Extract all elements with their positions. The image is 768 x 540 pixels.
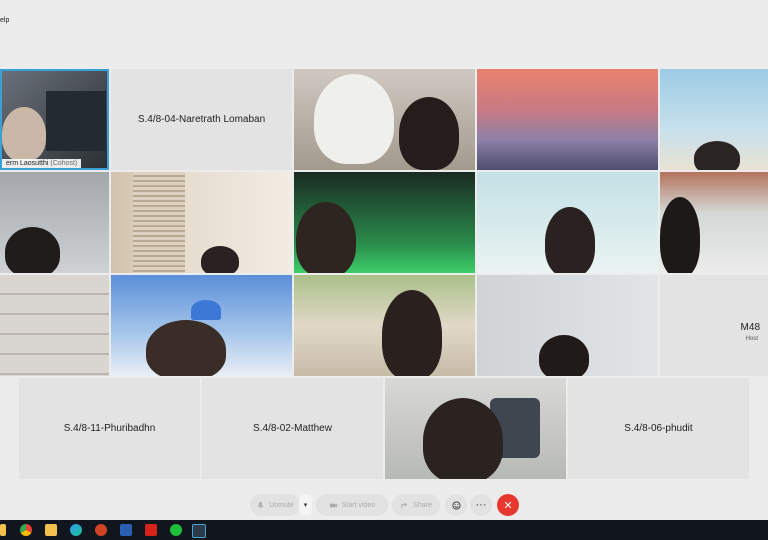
- video-tile[interactable]: [660, 172, 768, 273]
- participant-video: [146, 320, 226, 376]
- participant-name-label: erm Laosutthi (Cohost): [2, 159, 82, 168]
- participant-video: [539, 335, 589, 376]
- reactions-button[interactable]: [445, 494, 467, 516]
- start-video-button[interactable]: Start video: [316, 494, 388, 516]
- video-tile[interactable]: [294, 172, 475, 273]
- name-tile[interactable]: S.4/8-11-Phuribadhn: [19, 378, 200, 479]
- participant-video: [694, 141, 740, 170]
- host-role-label: Host: [745, 336, 758, 342]
- host-name-label: M48: [740, 322, 760, 333]
- acrobat-icon[interactable]: [145, 524, 157, 536]
- video-tile[interactable]: [294, 69, 475, 170]
- participant-video: [399, 97, 459, 170]
- name-tile[interactable]: S.4/8-06-phudit: [568, 378, 749, 479]
- word-icon[interactable]: [120, 524, 132, 536]
- video-tile[interactable]: [0, 172, 109, 273]
- video-tile[interactable]: [294, 275, 475, 376]
- participant-name-label: S.4/8-11-Phuribadhn: [63, 423, 156, 434]
- chrome-icon[interactable]: [20, 524, 32, 536]
- host-tile[interactable]: M48 Host: [660, 275, 768, 376]
- powerpoint-icon[interactable]: [95, 524, 107, 536]
- edge-icon[interactable]: [70, 524, 82, 536]
- participant-video: [2, 107, 46, 161]
- participant-video: [545, 207, 595, 273]
- end-call-button[interactable]: ✕: [497, 494, 519, 516]
- video-tile-cohost[interactable]: erm Laosutthi (Cohost): [0, 69, 109, 170]
- unmute-button[interactable]: Unmute: [250, 494, 300, 516]
- background-wall: [46, 91, 106, 151]
- video-tile[interactable]: [385, 378, 566, 479]
- video-tile[interactable]: [111, 275, 292, 376]
- share-icon: [401, 501, 408, 508]
- participant-video: [660, 197, 700, 273]
- butterfly-graphic: [191, 300, 221, 320]
- participant-video: [5, 227, 60, 273]
- name-tile[interactable]: S.4/8-02-Matthew: [202, 378, 383, 479]
- participant-video: [423, 398, 503, 479]
- share-button[interactable]: Share: [392, 494, 440, 516]
- video-camera-icon: [329, 503, 337, 507]
- video-tile[interactable]: [111, 172, 292, 273]
- video-tile[interactable]: [477, 69, 658, 170]
- participant-video: [296, 202, 356, 273]
- audio-options-dropdown[interactable]: ▾: [299, 494, 312, 516]
- video-tile[interactable]: [0, 275, 109, 376]
- meeting-app-icon[interactable]: [192, 524, 206, 538]
- smiley-icon: [451, 500, 461, 510]
- participant-name-label: S.4/8-02-Matthew: [253, 423, 332, 434]
- file-explorer-icon[interactable]: [0, 524, 6, 536]
- line-icon[interactable]: [170, 524, 182, 536]
- dog-in-video: [314, 74, 394, 164]
- participant-name-label: S.4/8-04-Naretrath Lomaban: [137, 114, 266, 125]
- participant-video: [201, 246, 239, 273]
- more-options-button[interactable]: ···: [470, 494, 492, 516]
- video-tile[interactable]: [660, 69, 768, 170]
- participant-name-label: S.4/8-06-phudit: [624, 423, 693, 434]
- file-explorer-icon[interactable]: [45, 524, 57, 536]
- help-menu[interactable]: elp: [0, 17, 9, 24]
- meeting-controls: Unmute ▾ Start video Share ··· ✕: [0, 494, 768, 516]
- participant-video: [382, 290, 442, 376]
- name-tile[interactable]: S.4/8-04-Naretrath Lomaban: [111, 69, 292, 170]
- video-tile[interactable]: [477, 172, 658, 273]
- taskbar: [0, 520, 768, 540]
- window-blinds: [133, 172, 185, 273]
- close-icon: ✕: [503, 499, 513, 512]
- video-tile[interactable]: [477, 275, 658, 376]
- microphone-icon: [257, 501, 264, 508]
